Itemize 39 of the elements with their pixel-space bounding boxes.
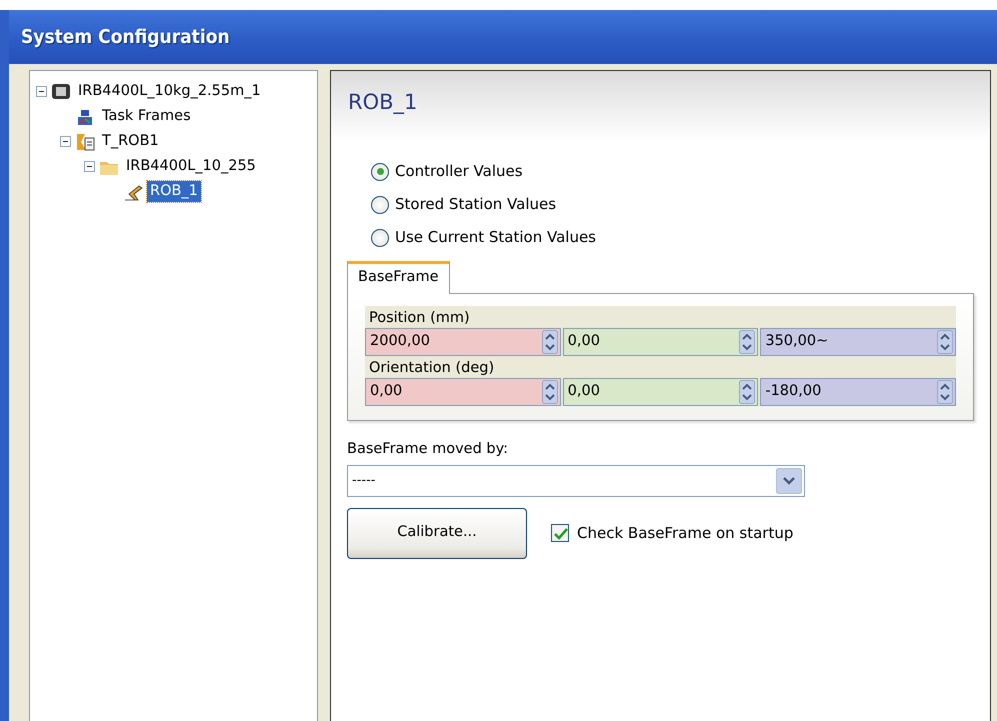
spin-field[interactable]: -180,00 — [760, 378, 956, 406]
option-label: Stored Station Values — [395, 194, 556, 216]
spinner-icon[interactable] — [542, 380, 558, 404]
radio-button[interactable] — [371, 162, 389, 180]
tree-item[interactable]: IRB4400L_10_255 — [123, 156, 259, 178]
spinner-icon[interactable] — [739, 380, 756, 404]
dropdown[interactable]: ----- — [347, 464, 805, 496]
spinner-icon[interactable] — [937, 330, 954, 354]
computer-icon — [51, 82, 71, 102]
spinner-icon[interactable] — [542, 330, 558, 354]
collapse-icon[interactable] — [60, 136, 71, 147]
caret-icon — [776, 468, 802, 494]
tree-item[interactable]: ROB_1 — [147, 180, 201, 202]
robot-document-icon — [75, 132, 95, 152]
spinner-icon[interactable] — [937, 380, 954, 404]
collapse-icon[interactable] — [84, 161, 95, 172]
radio-button[interactable] — [371, 196, 389, 214]
checkbox-label: Check BaseFrame on startup — [577, 522, 794, 544]
tree-item[interactable]: T_ROB1 — [99, 130, 162, 152]
collapse-icon[interactable] — [36, 86, 47, 97]
calibrate-button[interactable]: Calibrate... — [347, 508, 527, 558]
tree-item[interactable]: Task Frames — [99, 106, 194, 128]
spin-field[interactable]: 0,00 — [562, 378, 758, 406]
spin-field[interactable]: 0,00 — [365, 378, 561, 406]
tree-item[interactable]: IRB4400L_10kg_2.55m_1 — [75, 80, 264, 102]
option-label: Controller Values — [395, 161, 523, 182]
spinner-icon[interactable] — [739, 330, 756, 354]
tab[interactable]: BaseFrame — [347, 261, 450, 294]
option-label: Use Current Station Values — [395, 227, 596, 248]
spin-field[interactable]: 350,00~ — [760, 328, 956, 356]
spin-field[interactable]: 2000,00 — [365, 328, 561, 356]
checkbox[interactable] — [551, 524, 569, 542]
window-title: System Configuration — [21, 24, 230, 50]
spin-field[interactable]: 0,00 — [562, 328, 758, 356]
field-label: BaseFrame moved by: — [347, 440, 510, 459]
panel-title: ROB_1 — [348, 90, 418, 114]
group-label: Position (mm) — [368, 308, 471, 328]
radio-button[interactable] — [371, 228, 389, 246]
group-label: Orientation (deg) — [368, 358, 496, 378]
